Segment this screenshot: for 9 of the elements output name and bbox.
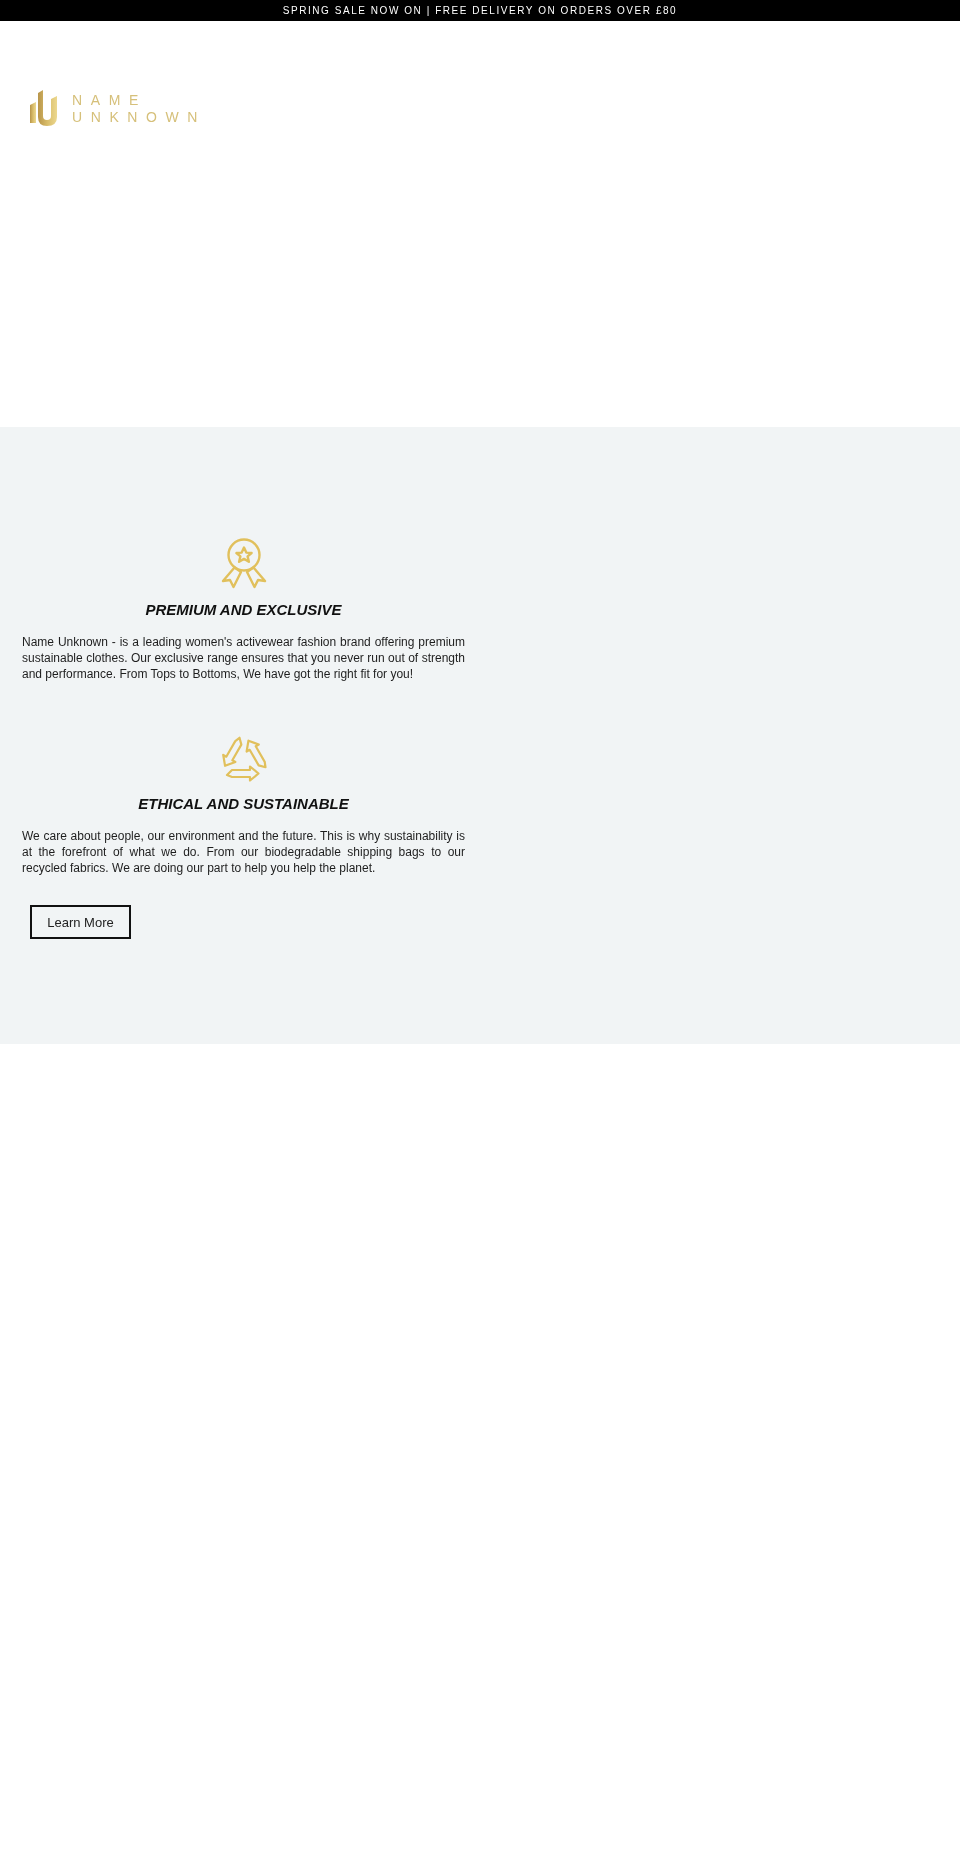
announcement-text: SPRING SALE NOW ON | FREE DELIVERY ON ORDERS OVER £80 — [282, 4, 678, 17]
logo-icon — [30, 90, 58, 126]
logo-text: UNKNOWN — [72, 109, 207, 126]
feature-description: Name Unknown - is a leading women's activewear fashion brand offering premium sustainable clothes. Our exclusive range ensures that you never run out of strength and performance. From Tops to Bottoms, We have got the right fit for you! — [22, 634, 465, 682]
feature-title: ETHICAL AND SUSTAINABLE — [138, 795, 349, 813]
logo-text: NAME — [72, 92, 148, 109]
feature-title: PREMIUM AND EXCLUSIVE — [145, 601, 342, 619]
learn-more-button[interactable]: Learn More — [30, 905, 131, 939]
feature-description: We care about people, our environment and the future. This is why sustainability is at the forefront of what we do. From our biodegradable shipping bags to our recycled fabrics. We are doing our part to help you help the planet. — [22, 828, 465, 876]
